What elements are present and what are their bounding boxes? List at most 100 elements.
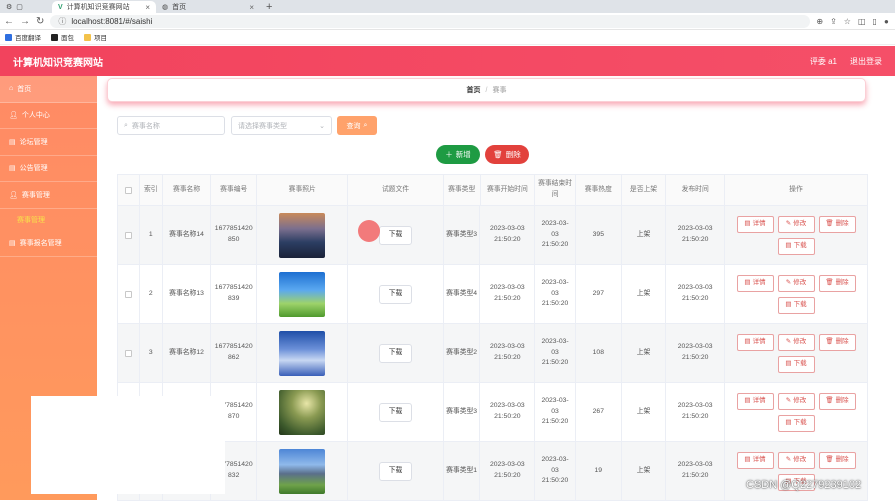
forward-icon[interactable]: →: [20, 16, 30, 27]
table-cell: [118, 206, 140, 265]
document-icon: ▤: [785, 418, 792, 426]
edit-button[interactable]: ✎ 修改: [777, 392, 815, 410]
table-cell: 2023-03-03 21:50:20: [480, 442, 536, 501]
browser-menu-icon[interactable]: ⚙: [6, 3, 12, 11]
search-button[interactable]: 查询 ⌕: [337, 116, 377, 135]
edit-label: 修改: [793, 219, 807, 227]
delete-button[interactable]: 🗑︎ 删除: [818, 274, 856, 292]
contest-photo[interactable]: [279, 271, 326, 317]
trash-icon: 🗑︎: [825, 337, 834, 345]
row-download-button[interactable]: ▤ 下载: [777, 237, 815, 255]
row-download-button[interactable]: ▤ 下载: [777, 355, 815, 373]
table-cell: 下载: [348, 265, 444, 324]
contest-name-input[interactable]: ⌕ 赛事名称: [117, 116, 225, 135]
url-field[interactable]: ⓘ localhost:8081/#/saishi: [50, 14, 811, 28]
bookmark-project[interactable]: 项目: [84, 32, 107, 42]
column-header: 赛事名称: [162, 175, 212, 206]
download-file-button[interactable]: 下载: [379, 402, 413, 422]
table-cell: [257, 206, 349, 265]
select-all-checkbox[interactable]: [124, 186, 132, 194]
new-tab-button[interactable]: +: [260, 1, 278, 13]
delete-button[interactable]: 🗑︎ 删除: [818, 392, 856, 410]
reload-icon[interactable]: ↻: [36, 16, 44, 27]
close-icon[interactable]: ×: [249, 3, 254, 12]
sidebar-subitem-contest[interactable]: 赛事管理: [0, 209, 97, 231]
trash-icon: 🗑︎: [825, 455, 834, 463]
back-icon[interactable]: ←: [4, 16, 14, 27]
edit-button[interactable]: ✎ 修改: [777, 215, 815, 233]
download-file-button[interactable]: 下载: [379, 461, 413, 481]
profile-icon[interactable]: ●: [884, 17, 889, 26]
row-publish-time: 2023-03-03 21:50:20: [677, 402, 713, 420]
delete-label: 删除: [835, 396, 849, 404]
batch-delete-button[interactable]: 🗑︎ 删除: [485, 145, 529, 164]
table-cell: 297: [575, 265, 622, 324]
column-header: 试题文件: [348, 175, 444, 206]
column-header: 赛事类型: [443, 175, 481, 206]
bookmark-baidu-translate[interactable]: 百度翻译: [5, 32, 41, 42]
edit-button[interactable]: ✎ 修改: [777, 274, 815, 292]
row-download-button[interactable]: ▤ 下载: [777, 296, 815, 314]
download-file-button[interactable]: 下载: [379, 225, 413, 245]
tab-contest-site[interactable]: V 计算机知识竞赛网站 ×: [52, 1, 156, 13]
edit-button[interactable]: ✎ 修改: [777, 451, 815, 469]
table-header: 索引 赛事名称 赛事编号 赛事照片 试题文件 赛事类型 赛事开始时间 赛事结束时…: [118, 175, 868, 206]
home-icon: ⌂: [9, 85, 14, 93]
share-icon[interactable]: ⇪: [830, 17, 837, 26]
vue-icon: V: [58, 3, 63, 11]
table-cell: 上架: [621, 324, 667, 383]
sidebar-item-registration[interactable]: ▤ 赛事报名管理: [0, 231, 97, 257]
table-cell: 1: [139, 206, 163, 265]
star-icon[interactable]: ☆: [844, 17, 851, 26]
contest-photo[interactable]: [279, 448, 326, 494]
detail-button[interactable]: ▤ 详情: [736, 451, 774, 469]
row-contest-type: 赛事类型1: [446, 466, 478, 474]
sidebar-item-notice[interactable]: ▤ 公告管理: [0, 156, 97, 182]
zoom-icon[interactable]: ⊕: [816, 17, 823, 26]
document-icon: ▤: [785, 241, 792, 249]
folder-icon: [84, 33, 91, 41]
row-actions: ▤ 详情 ✎ 修改 🗑︎ 删除 ▤ 下载: [735, 333, 857, 373]
extension-icon[interactable]: ◫: [858, 17, 866, 26]
window-icon[interactable]: ▢: [16, 3, 23, 11]
detail-button[interactable]: ▤ 详情: [736, 274, 774, 292]
sidebar-icon[interactable]: ▯: [873, 17, 877, 26]
breadcrumb-home[interactable]: 首页: [467, 85, 481, 95]
table-cell: 2023-03-03 21:50:20: [535, 206, 576, 265]
row-checkbox[interactable]: [124, 349, 132, 357]
contest-photo[interactable]: [279, 389, 326, 435]
sidebar-item-home[interactable]: ⌂ 首页: [0, 76, 97, 103]
edit-button[interactable]: ✎ 修改: [777, 333, 815, 351]
contest-type-select[interactable]: 请选择赛事类型 ⌄: [231, 116, 332, 135]
bookmark-mianbao[interactable]: 面包: [51, 32, 74, 42]
logout-link[interactable]: 退出登录: [850, 56, 882, 67]
column-header: 赛事照片: [257, 175, 349, 206]
sidebar-item-forum[interactable]: ▤ 论坛管理: [0, 129, 97, 156]
download-file-button[interactable]: 下载: [379, 284, 413, 304]
row-checkbox[interactable]: [124, 231, 132, 239]
sidebar-item-profile[interactable]: 👤︎ 个人中心: [0, 103, 97, 129]
row-start-time: 2023-03-03 21:50:20: [489, 225, 525, 243]
row-publish-time: 2023-03-03 21:50:20: [677, 225, 713, 243]
table-cell: 2023-03-03 21:50:20: [480, 206, 536, 265]
app-title: 计算机知识竞赛网站: [13, 57, 103, 69]
sidebar-item-contest[interactable]: 👤︎ 赛事管理: [0, 182, 97, 209]
close-icon[interactable]: ×: [145, 3, 150, 12]
breadcrumb-separator: /: [485, 86, 488, 94]
delete-button[interactable]: 🗑︎ 删除: [818, 215, 856, 233]
add-button[interactable]: ＋ 新增: [436, 145, 480, 164]
row-checkbox[interactable]: [124, 290, 132, 298]
contest-photo[interactable]: [279, 212, 326, 258]
row-download-button[interactable]: ▤ 下载: [777, 414, 815, 432]
edit-icon: ✎: [785, 455, 792, 463]
detail-button[interactable]: ▤ 详情: [736, 333, 774, 351]
tab-home[interactable]: ◍ 首页 ×: [156, 1, 260, 13]
delete-button[interactable]: 🗑︎ 删除: [818, 451, 856, 469]
download-file-button[interactable]: 下载: [379, 343, 413, 363]
add-button-label: 新增: [455, 150, 471, 159]
detail-button[interactable]: ▤ 详情: [736, 392, 774, 410]
contest-photo[interactable]: [279, 330, 326, 376]
detail-button[interactable]: ▤ 详情: [736, 215, 774, 233]
delete-button[interactable]: 🗑︎ 删除: [818, 333, 856, 351]
trash-icon: 🗑︎: [493, 150, 503, 159]
